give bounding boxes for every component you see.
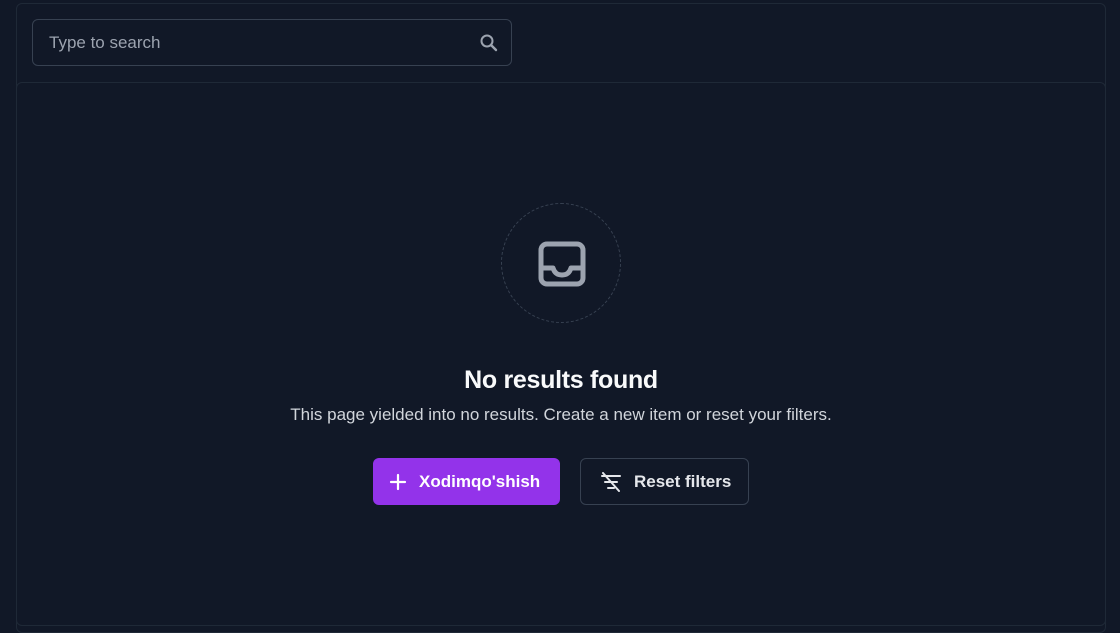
- results-panel: No results found This page yielded into …: [16, 82, 1106, 626]
- search-box[interactable]: [32, 19, 512, 66]
- create-item-button[interactable]: Xodimqo'shish: [373, 458, 560, 505]
- plus-icon: [389, 473, 407, 491]
- empty-state-illustration: [501, 203, 621, 323]
- search-icon[interactable]: [479, 33, 499, 53]
- search-input[interactable]: [33, 20, 511, 65]
- empty-state-title: No results found: [464, 366, 658, 394]
- create-item-label: Xodimqo'shish: [419, 471, 541, 491]
- empty-state-description: This page yielded into no results. Creat…: [290, 405, 832, 424]
- reset-filters-button[interactable]: Reset filters: [580, 458, 749, 505]
- reset-filters-label: Reset filters: [634, 471, 732, 491]
- toolbar: [16, 3, 1106, 83]
- filter-off-icon: [600, 471, 622, 492]
